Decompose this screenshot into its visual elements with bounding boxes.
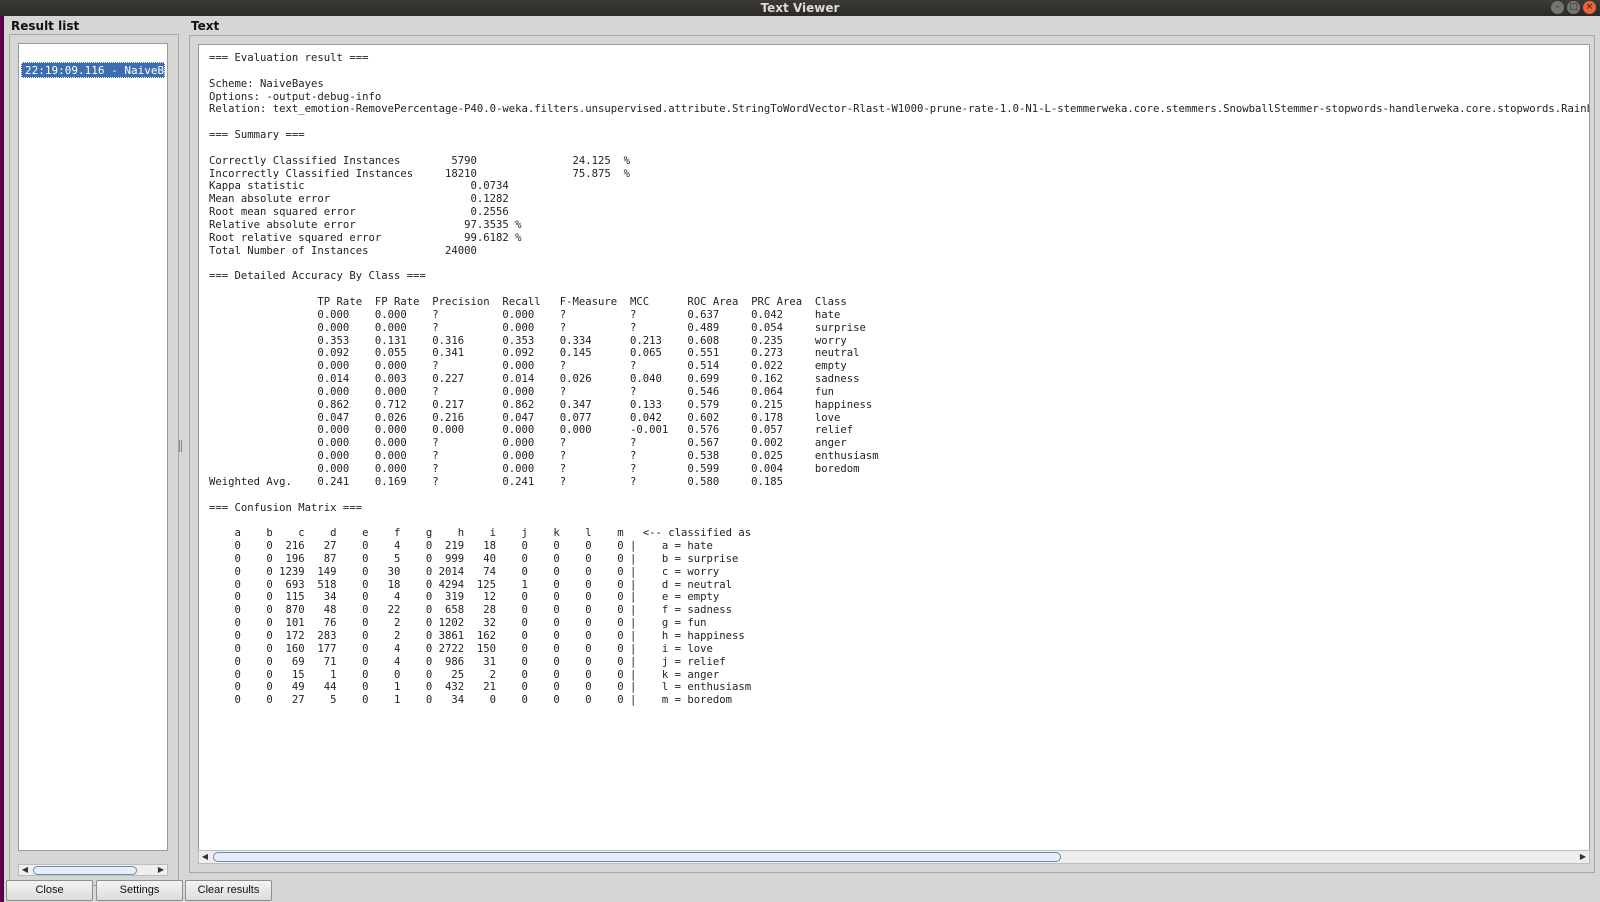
clear-results-button[interactable]: Clear results <box>185 880 272 901</box>
bottom-button-bar: Close Settings Clear results <box>4 872 1600 902</box>
result-list[interactable]: 22:19:09.116 - NaiveBayes <box>18 43 168 851</box>
minimize-icon[interactable]: – <box>1551 1 1564 14</box>
maximize-icon[interactable]: □ <box>1567 1 1580 14</box>
arrow-right-icon[interactable]: ▶ <box>1578 852 1588 862</box>
evaluation-output: === Evaluation result === Scheme: NaiveB… <box>209 52 1590 707</box>
arrow-left-icon[interactable]: ◀ <box>200 852 210 862</box>
text-output-area[interactable]: === Evaluation result === Scheme: NaiveB… <box>198 44 1590 854</box>
result-list-panel: Result list 22:19:09.116 - NaiveBayes ◀ … <box>4 16 184 886</box>
scrollbar-thumb[interactable] <box>213 852 1061 862</box>
window-title: Text Viewer <box>760 1 840 15</box>
text-horizontal-scrollbar[interactable]: ◀ ▶ <box>198 850 1590 864</box>
text-panel-label: Text <box>191 19 220 33</box>
close-button[interactable]: Close <box>6 880 93 901</box>
text-panel: Text === Evaluation result === Scheme: N… <box>189 16 1600 873</box>
panel-splitter[interactable] <box>179 440 182 452</box>
title-bar: Text Viewer – □ × <box>0 0 1600 16</box>
result-list-item[interactable]: 22:19:09.116 - NaiveBayes <box>21 62 165 78</box>
close-icon[interactable]: × <box>1583 1 1596 14</box>
settings-button[interactable]: Settings <box>96 880 183 901</box>
window-controls: – □ × <box>1551 1 1596 14</box>
result-list-label: Result list <box>11 19 80 33</box>
